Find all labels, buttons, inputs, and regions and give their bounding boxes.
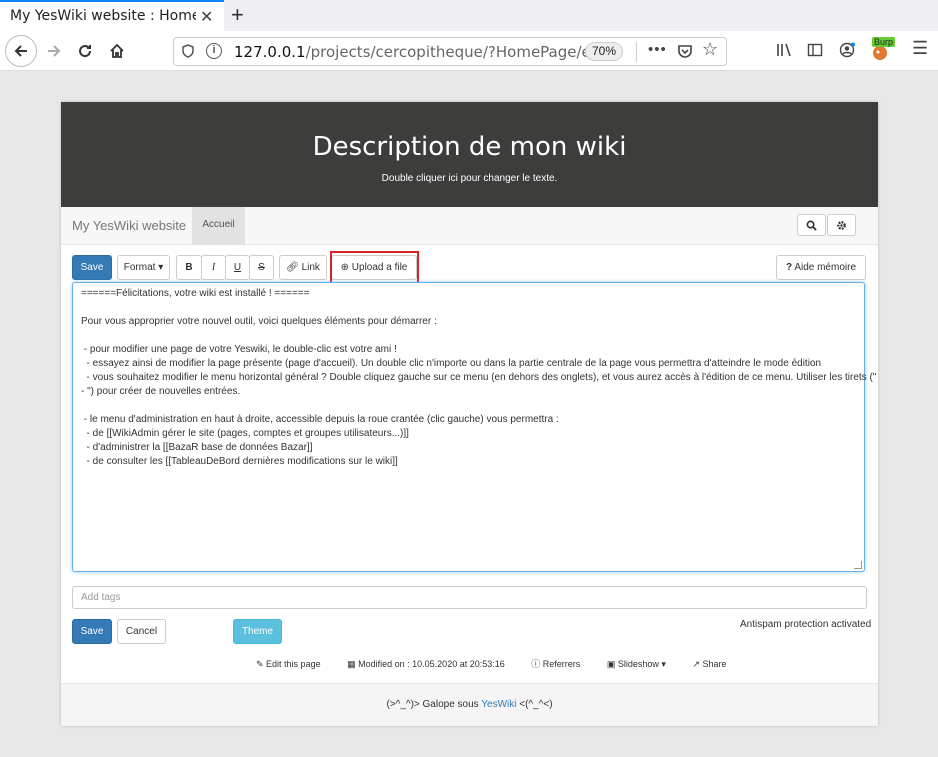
- home-button[interactable]: [103, 37, 131, 65]
- gear-icon: [837, 221, 846, 230]
- editor-line: - vous souhaitez modifier le menu horizo…: [81, 372, 877, 383]
- save-button-top[interactable]: Save: [72, 255, 112, 280]
- share-link[interactable]: ↗ Share: [692, 659, 738, 669]
- editor-line: - le menu d'administration en haut à dro…: [81, 414, 559, 425]
- burp-extension[interactable]: Burp: [870, 37, 896, 61]
- modified-info: ▦ Modified on : 10.05.2020 at 20:53:16: [347, 659, 505, 669]
- url-divider: [636, 42, 637, 62]
- share-label: Share: [702, 659, 727, 669]
- tracking-shield-icon[interactable]: [182, 44, 194, 58]
- format-dropdown[interactable]: Format ▾: [117, 255, 170, 280]
- url-host: 127.0.0.1: [234, 43, 306, 61]
- page-header[interactable]: Description de mon wiki Double cliquer i…: [61, 102, 878, 207]
- page-footer-actions: ✎ Edit this page ▦ Modified on : 10.05.2…: [256, 657, 750, 670]
- italic-button[interactable]: I: [201, 255, 226, 280]
- bold-button[interactable]: B: [176, 255, 202, 280]
- referrers-link[interactable]: ⓘ Referrers: [531, 659, 592, 669]
- edit-page-label: Edit this page: [266, 659, 321, 669]
- pocket-icon[interactable]: [677, 44, 693, 59]
- slideshow-label: Slideshow ▾: [617, 659, 666, 669]
- editor-line: - de [[WikiAdmin gérer le site (pages, c…: [81, 428, 409, 439]
- credits-prefix: (>^_^)> Galope sous: [386, 699, 482, 710]
- browser-tab[interactable]: My YesWiki website : HomeP ✕: [0, 0, 224, 31]
- reload-icon: [79, 45, 92, 58]
- editor-line: ======Félicitations, votre wiki est inst…: [81, 288, 310, 299]
- forward-button[interactable]: [40, 37, 68, 65]
- tags-input[interactable]: Add tags: [72, 586, 867, 609]
- site-navbar: My YesWiki website Accueil: [61, 207, 878, 245]
- navigation-bar: i 127.0.0.1/projects/cercopitheque/?Home…: [0, 31, 938, 71]
- save-button-bottom[interactable]: Save: [72, 619, 112, 644]
- editor-line: - essayez ainsi de modifier la page prés…: [81, 358, 822, 369]
- yeswiki-link[interactable]: YesWiki: [481, 699, 516, 710]
- url-text: 127.0.0.1/projects/cercopitheque/?HomePa…: [234, 43, 610, 61]
- reload-button[interactable]: [71, 37, 99, 65]
- credits-footer: (>^_^)> Galope sous YesWiki <(^_^<): [61, 683, 878, 726]
- url-bar[interactable]: i 127.0.0.1/projects/cercopitheque/?Home…: [173, 37, 727, 66]
- settings-button[interactable]: [827, 214, 856, 236]
- page-subtitle: Double cliquer ici pour changer le texte…: [381, 173, 558, 184]
- editor-line: - pour modifier une page de votre Yeswik…: [81, 344, 397, 355]
- tab-title: My YesWiki website : HomeP: [10, 8, 196, 24]
- menu-icon[interactable]: ☰: [912, 38, 928, 59]
- forward-arrow-icon: [48, 45, 61, 57]
- link-label: Link: [301, 262, 320, 273]
- back-arrow-icon: [14, 45, 27, 57]
- site-info-icon[interactable]: i: [206, 43, 222, 59]
- theme-button[interactable]: Theme: [233, 619, 282, 644]
- upload-highlight-box: [330, 251, 419, 285]
- aide-memoire-button[interactable]: ? Aide mémoire: [776, 255, 866, 280]
- cancel-button[interactable]: Cancel: [117, 619, 166, 644]
- back-button[interactable]: [5, 35, 37, 67]
- aide-memoire-label: Aide mémoire: [794, 262, 857, 273]
- zoom-level-badge[interactable]: 70%: [585, 42, 623, 61]
- help-icon: ?: [785, 262, 793, 273]
- page-title: Description de mon wiki: [312, 132, 627, 162]
- page-actions-icon[interactable]: •••: [648, 41, 667, 58]
- edit-page-link[interactable]: ✎ Edit this page: [256, 659, 333, 669]
- modified-date: Modified on : 10.05.2020 at 20:53:16: [358, 659, 505, 669]
- new-tab-button[interactable]: +: [231, 2, 244, 28]
- bookmark-star-icon[interactable]: ☆: [702, 39, 718, 60]
- textarea-resize-handle[interactable]: [854, 561, 862, 569]
- link-icon: 🔗︎: [286, 262, 299, 273]
- wiki-editor-textarea[interactable]: ======Félicitations, votre wiki est inst…: [72, 282, 877, 572]
- account-icon[interactable]: [839, 42, 855, 58]
- slideshow-dropdown[interactable]: ▣ Slideshow ▾: [607, 659, 678, 669]
- editor-line: Pour vous approprier votre nouvel outil,…: [81, 316, 437, 327]
- search-button[interactable]: [797, 214, 826, 236]
- tab-bar: My YesWiki website : HomeP ✕ +: [0, 0, 938, 31]
- editor-line: - de consulter les [[TableauDeBord derni…: [81, 456, 398, 467]
- antispam-notice: Antispam protection activated: [740, 619, 872, 630]
- credits-suffix: <(^_^<): [516, 699, 553, 710]
- underline-button[interactable]: U: [225, 255, 250, 280]
- burp-label: Burp: [872, 37, 896, 47]
- referrers-label: Referrers: [542, 659, 581, 669]
- close-tab-icon[interactable]: ✕: [200, 7, 213, 27]
- library-icon[interactable]: [776, 42, 792, 58]
- strikethrough-button[interactable]: S: [249, 255, 274, 280]
- url-path: /projects/cercopitheque/?HomePage/edit: [305, 43, 611, 61]
- search-icon: [806, 220, 817, 231]
- sidebar-icon[interactable]: [807, 42, 823, 58]
- nav-item-accueil[interactable]: Accueil: [192, 207, 245, 245]
- link-button[interactable]: 🔗︎ Link: [279, 255, 327, 280]
- site-brand-link[interactable]: My YesWiki website: [72, 218, 186, 233]
- home-icon: [110, 43, 124, 58]
- editor-line: - ") pour créer de nouvelles entrées.: [81, 386, 241, 397]
- editor-line: - d'administrer la [[BazaR base de donné…: [81, 442, 313, 453]
